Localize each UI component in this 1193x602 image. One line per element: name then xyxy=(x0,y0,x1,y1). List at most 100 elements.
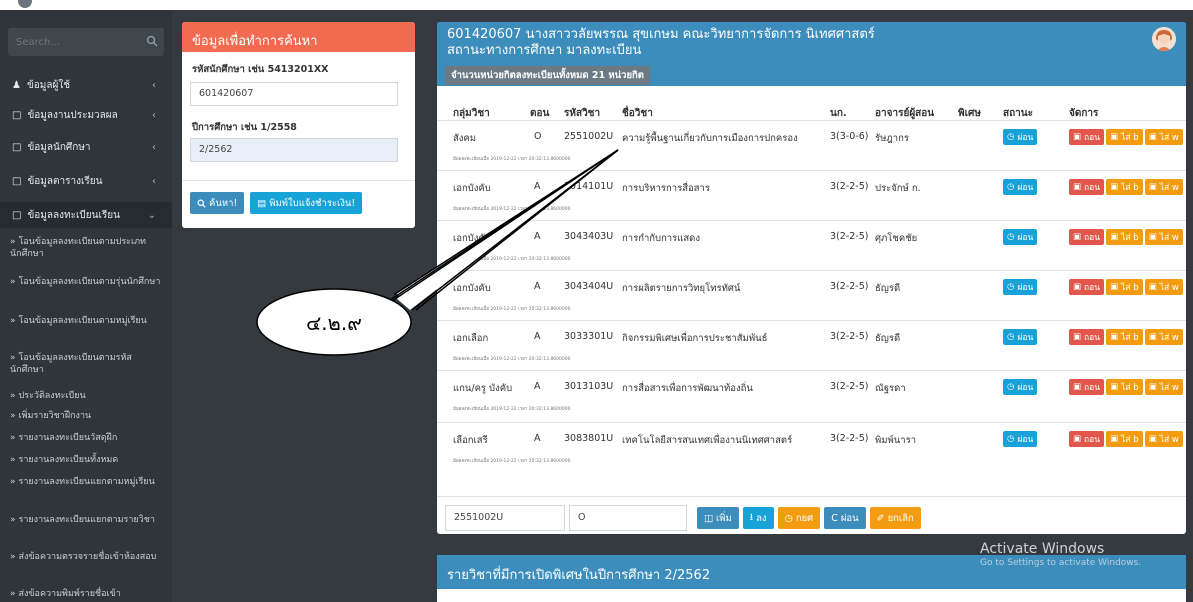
registration-panel: 601420607 นางสาววลัยพรรณ สุขเกษม คณะวิทย… xyxy=(437,22,1186,534)
trash-icon: ▣ xyxy=(1148,434,1157,444)
clock-icon: ◷ xyxy=(1007,182,1015,192)
cell-group: แกน/ครู บังคับ xyxy=(453,383,513,394)
installment-status-button[interactable]: ◷ ผ่อน xyxy=(1003,129,1038,145)
cell-credit: 3(2-2-5) xyxy=(830,231,869,242)
row-actions: ▣ ถอน ▣ ไส่ b ▣ ไส่ w xyxy=(1069,431,1183,447)
cell-course-name: ความรู้พื้นฐานเกี่ยวกับการเมืองการปกครอง xyxy=(622,133,798,144)
trash-icon: ▣ xyxy=(1110,332,1119,342)
mark-b-button[interactable]: ▣ ไส่ b xyxy=(1106,179,1143,195)
cell-credit: 3(2-2-5) xyxy=(830,281,869,292)
search-icon[interactable] xyxy=(146,35,158,47)
sidebar-item-users[interactable]: ♟ ข้อมูลผู้ใช้ ‹ xyxy=(0,72,172,98)
section-input[interactable]: O xyxy=(569,505,687,531)
sidebar-subitem[interactable]: » โอนข้อมูลลงทะเบียนตามประเภทนักศึกษา xyxy=(0,236,172,260)
top-bar xyxy=(0,0,1193,10)
trash-icon: ▣ xyxy=(1073,232,1082,242)
withdraw-button[interactable]: ▣ ถอน xyxy=(1069,229,1105,245)
monitor-icon: □ xyxy=(12,109,22,121)
row-actions: ▣ ถอน ▣ ไส่ b ▣ ไส่ w xyxy=(1069,279,1183,295)
mark-b-button[interactable]: ▣ ไส่ b xyxy=(1106,379,1143,395)
installment-button[interactable]: C ผ่อน xyxy=(824,507,866,529)
mark-w-button[interactable]: ▣ ไส่ w xyxy=(1144,279,1183,295)
withdraw-button[interactable]: ▣ ถอน xyxy=(1069,379,1105,395)
table-row: เลือกเสรี A 3083801U เทคโนโลยีสารสนเทศเพื่อ… xyxy=(437,422,1186,472)
sidebar-item-students[interactable]: □ ข้อมูลนักศึกษา ‹ xyxy=(0,134,172,160)
sidebar-subitem[interactable]: » ประวัติลงทะเบียน xyxy=(0,390,172,402)
sidebar-subitem[interactable]: » ส่งข้อความพิมพ์รายชื่อเข้า xyxy=(0,588,172,600)
sidebar-subitem[interactable]: » รายงานลงทะเบียนวัสดุฝึก xyxy=(0,432,172,444)
mark-b-button[interactable]: ▣ ไส่ b xyxy=(1106,431,1143,447)
table-row: แกน/ครู บังคับ A 3013103U การสื่อสารเพื่อกา… xyxy=(437,370,1186,420)
sidebar-subitem[interactable]: » รายงานลงทะเบียนทั้งหมด xyxy=(0,454,172,466)
sidebar-item-processing[interactable]: □ ข้อมูลงานประมวลผล ‹ xyxy=(0,102,172,128)
mark-b-button[interactable]: ▣ ไส่ b xyxy=(1106,229,1143,245)
trash-icon: ▣ xyxy=(1110,232,1119,242)
table-row: เอกบังคับ A 3043404U การผลิตรายการวิทยุโทรท… xyxy=(437,270,1186,320)
withdraw-button[interactable]: ▣ ถอน xyxy=(1069,129,1105,145)
refresh-icon: C xyxy=(831,512,838,524)
sidebar-item-timetable[interactable]: □ ข้อมูลตารางเรียน ‹ xyxy=(0,168,172,194)
loan-button[interactable]: ◷ กยศ xyxy=(777,507,821,529)
sidebar-subitem[interactable]: » โอนข้อมูลลงทะเบียนตามรหัสนักศึกษา xyxy=(0,352,172,376)
withdraw-button[interactable]: ▣ ถอน xyxy=(1069,179,1105,195)
mark-w-button[interactable]: ▣ ไส่ w xyxy=(1144,229,1183,245)
col-group: กลุ่มวิชา xyxy=(453,108,490,119)
cell-code: 2551002U xyxy=(564,131,614,142)
mark-b-button[interactable]: ▣ ไส่ b xyxy=(1106,279,1143,295)
sidebar-subitem[interactable]: » รายงานลงทะเบียนแยกตามรายวิชา xyxy=(0,514,172,526)
add-button[interactable]: ◫ เพิ่ม xyxy=(697,507,739,529)
mark-b-button[interactable]: ▣ ไส่ b xyxy=(1106,129,1143,145)
installment-status-button[interactable]: ◷ ผ่อน xyxy=(1003,379,1038,395)
cell-section: A xyxy=(534,381,541,392)
sidebar-subitem[interactable]: » โอนข้อมูลลงทะเบียนตามหมู่เรียน xyxy=(0,315,172,327)
row-actions: ▣ ถอน ▣ ไส่ b ▣ ไส่ w xyxy=(1069,379,1183,395)
logo-icon xyxy=(18,0,32,8)
withdraw-button[interactable]: ▣ ถอน xyxy=(1069,329,1105,345)
col-teacher: อาจารย์ผู้สอน xyxy=(875,108,935,119)
student-id-label: รหัสนักศึกษา เช่น 5413201XX xyxy=(192,64,329,75)
sidebar-subitem[interactable]: » เพิ่มรายวิชาฝึกงาน xyxy=(0,410,172,422)
cell-teacher: ธัญรดี xyxy=(875,333,901,344)
cell-course-name: การสื่อสารเพื่อการพัฒนาท้องถิ่น xyxy=(622,383,753,394)
year-input[interactable]: 2/2562 xyxy=(190,138,398,162)
installment-status-button[interactable]: ◷ ผ่อน xyxy=(1003,431,1038,447)
sidebar-search-input[interactable] xyxy=(8,28,140,56)
mark-w-button[interactable]: ▣ ไส่ w xyxy=(1144,379,1183,395)
search-button[interactable]: ค้นหา! xyxy=(190,192,245,214)
withdraw-button[interactable]: ▣ ถอน xyxy=(1069,431,1105,447)
installment-status-button[interactable]: ◷ ผ่อน xyxy=(1003,329,1038,345)
cell-course-name: กิจกรรมพิเศษเพื่อการประชาสัมพันธ์ xyxy=(622,333,768,344)
mark-w-button[interactable]: ▣ ไส่ w xyxy=(1144,179,1183,195)
course-code-input[interactable]: 2551002U xyxy=(445,505,565,531)
sidebar: ♟ ข้อมูลผู้ใช้ ‹ □ ข้อมูลงานประมวลผล ‹ □… xyxy=(0,10,172,602)
cancel-button[interactable]: ✐ ยกเลิก xyxy=(869,507,921,529)
sidebar-subitem[interactable]: » ส่งข้อความตรวจรายชื่อเข้าห้องสอบ xyxy=(0,551,172,563)
register-button[interactable]: ⭳ ลง xyxy=(742,507,774,529)
trash-icon: ▣ xyxy=(1110,132,1119,142)
cell-group: เอกบังคับ xyxy=(453,183,491,194)
sidebar-subitem[interactable]: » โอนข้อมูลลงทะเบียนตามรุ่นนักศึกษา xyxy=(0,276,172,288)
avatar[interactable] xyxy=(1152,27,1176,51)
withdraw-button[interactable]: ▣ ถอน xyxy=(1069,279,1105,295)
installment-status-button[interactable]: ◷ ผ่อน xyxy=(1003,179,1038,195)
sidebar-item-registration[interactable]: □ ข้อมูลลงทะเบียนเรียน ⌄ xyxy=(0,202,172,228)
cell-updated: มีผลลงทะเบียนเมื่อ 2019-12-22 เวลา 20:32… xyxy=(453,157,571,162)
table-row: สังคม O 2551002U ความรู้พื้นฐานเกี่ยวกับการ… xyxy=(437,120,1186,170)
cell-course-name: การกำกับการแสดง xyxy=(622,233,700,244)
mark-w-button[interactable]: ▣ ไส่ w xyxy=(1144,431,1183,447)
print-invoice-button[interactable]: ▤ พิมพ์ใบแจ้งชำระเงิน! xyxy=(250,192,363,214)
trash-icon: ▣ xyxy=(1148,232,1157,242)
installment-status-button[interactable]: ◷ ผ่อน xyxy=(1003,279,1038,295)
sidebar-subitem[interactable]: » รายงานลงทะเบียนแยกตามหมู่เรียน xyxy=(0,476,172,488)
mark-b-button[interactable]: ▣ ไส่ b xyxy=(1106,329,1143,345)
trash-icon: ▣ xyxy=(1148,282,1157,292)
mark-w-button[interactable]: ▣ ไส่ w xyxy=(1144,329,1183,345)
mark-w-button[interactable]: ▣ ไส่ w xyxy=(1144,129,1183,145)
cell-credit: 3(2-2-5) xyxy=(830,433,869,444)
installment-status-button[interactable]: ◷ ผ่อน xyxy=(1003,229,1038,245)
col-actions: จัดการ xyxy=(1069,108,1099,119)
chevron-down-icon: ⌄ xyxy=(147,209,156,221)
callout-label: ๔.๒.๙ xyxy=(306,311,362,335)
trash-icon: ▣ xyxy=(1073,282,1082,292)
student-id-input[interactable]: 601420607 xyxy=(190,82,398,106)
